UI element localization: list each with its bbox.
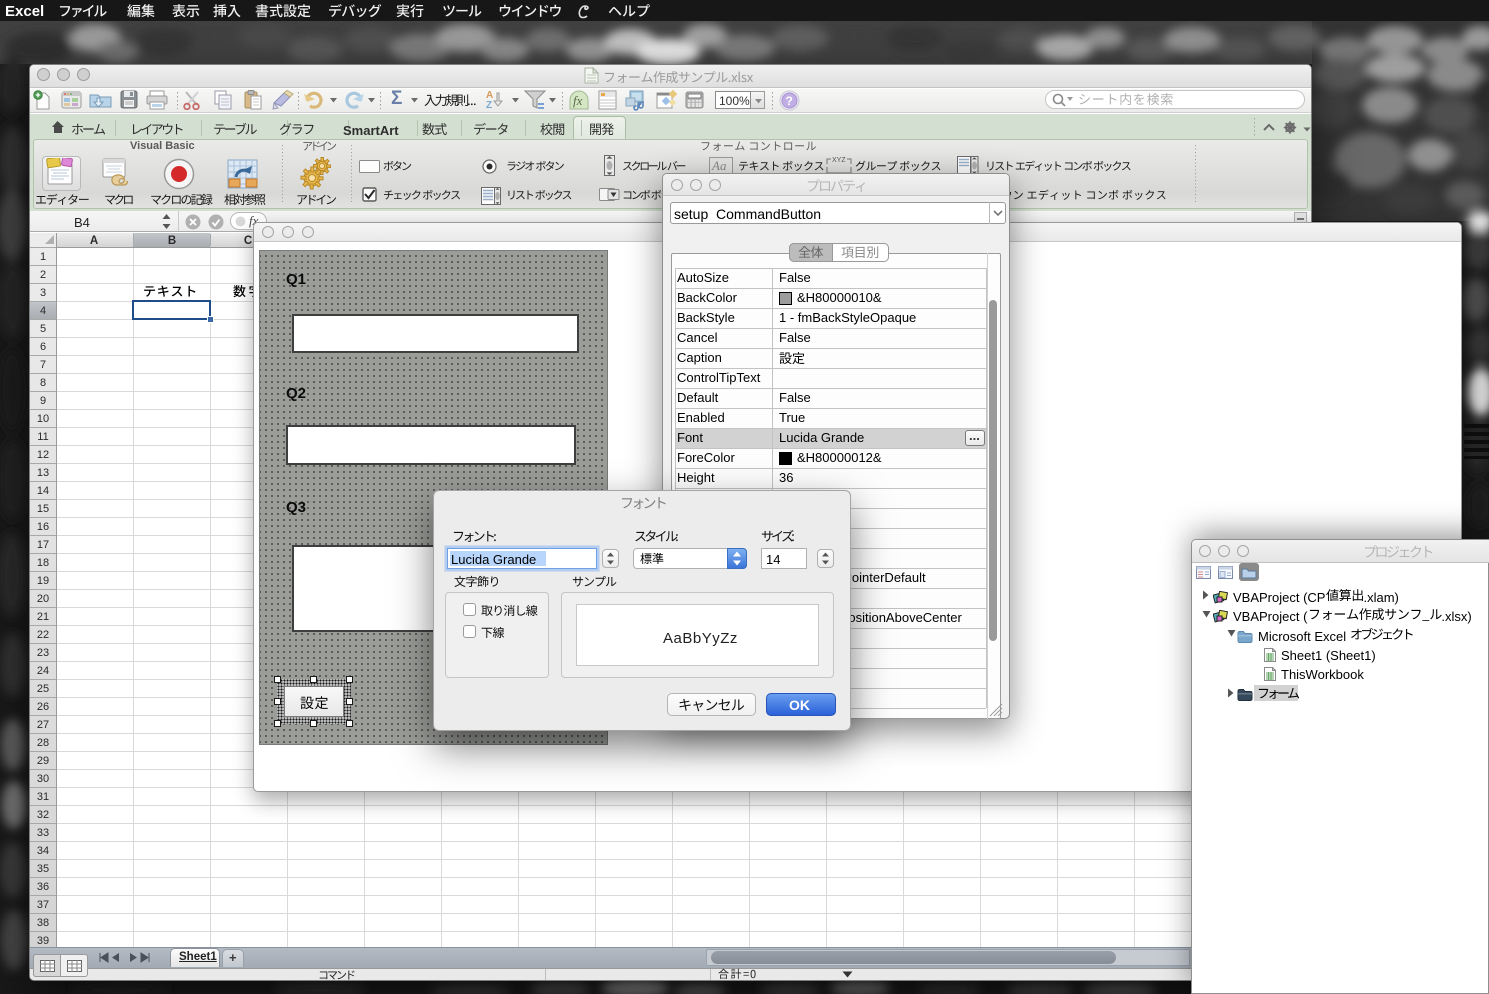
svg-text:9: 9	[40, 395, 46, 407]
svg-text:7: 7	[40, 359, 46, 371]
svg-text:38: 38	[37, 917, 49, 929]
svg-text:32: 32	[37, 809, 49, 821]
svg-text:2: 2	[40, 269, 46, 281]
svg-text:17: 17	[37, 539, 49, 551]
svg-text:24: 24	[37, 665, 49, 677]
svg-text:B: B	[168, 235, 176, 247]
svg-text:XYZ: XYZ	[832, 157, 846, 164]
svg-text:35: 35	[37, 863, 49, 875]
svg-text:18: 18	[37, 557, 49, 569]
svg-text:34: 34	[37, 845, 49, 857]
svg-text:36: 36	[37, 881, 49, 893]
svg-text:29: 29	[37, 755, 49, 767]
svg-text:13: 13	[37, 467, 49, 479]
svg-text:15: 15	[37, 503, 49, 515]
svg-text:27: 27	[37, 719, 49, 731]
svg-text:21: 21	[37, 611, 49, 623]
svg-text:10: 10	[37, 413, 49, 425]
svg-text:3: 3	[40, 287, 46, 299]
svg-text:30: 30	[37, 773, 49, 785]
svg-text:25: 25	[37, 683, 49, 695]
svg-text:19: 19	[37, 575, 49, 587]
svg-text:11: 11	[37, 431, 48, 443]
svg-text:39: 39	[37, 935, 49, 947]
svg-text:26: 26	[37, 701, 49, 713]
svg-text:Aa: Aa	[711, 158, 727, 173]
svg-text:4: 4	[40, 305, 46, 317]
svg-text:20: 20	[37, 593, 49, 605]
svg-text:5: 5	[40, 323, 46, 335]
svg-text:12: 12	[37, 449, 49, 461]
svg-text:14: 14	[37, 485, 49, 497]
svg-text:33: 33	[37, 827, 49, 839]
svg-text:?: ?	[786, 94, 793, 108]
svg-text:16: 16	[37, 521, 49, 533]
svg-text:22: 22	[37, 629, 49, 641]
svg-text:28: 28	[37, 737, 49, 749]
svg-text:fx: fx	[573, 93, 583, 108]
svg-text:37: 37	[37, 899, 49, 911]
svg-text:31: 31	[37, 791, 49, 803]
svg-text:1: 1	[40, 251, 46, 263]
svg-text:23: 23	[37, 647, 49, 659]
svg-text:C: C	[244, 235, 252, 247]
svg-text:A: A	[90, 235, 98, 247]
svg-text:6: 6	[40, 341, 46, 353]
svg-text:Z: Z	[486, 100, 492, 111]
svg-text:8: 8	[40, 377, 46, 389]
